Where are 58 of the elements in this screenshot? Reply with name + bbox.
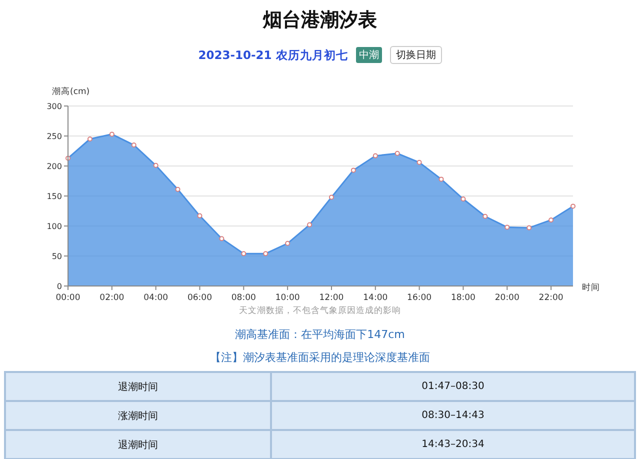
table-cell: 08:30–14:43 [271,401,635,430]
data-point [372,153,378,158]
table-cell: 01:47–08:30 [271,372,635,401]
data-point [285,240,290,246]
x-tick-label: 12:00 [319,293,344,303]
table-cell: 涨潮时间 [5,401,271,430]
data-point [350,168,356,173]
x-tick-label: 16:00 [407,293,432,303]
x-tick-label: 06:00 [188,293,212,303]
data-point [263,251,268,256]
x-tick-label: 04:00 [144,293,168,303]
switch-date-button[interactable]: 切换日期 [390,46,442,64]
x-tick-label: 02:00 [100,293,124,303]
y-tick-label: 50 [52,252,62,261]
y-tick-label: 100 [46,222,62,231]
datum-text: 潮高基准面：在平均海面下147cm [235,327,405,342]
data-point [328,194,334,200]
x-tick-label: 10:00 [275,293,300,303]
y-tick-label: 0 [56,282,62,291]
y-tick-label: 150 [46,192,62,201]
data-point [460,196,466,202]
data-point [416,160,422,165]
data-point [175,186,180,192]
table-cell: 14:43–20:34 [271,430,635,459]
data-point [241,251,246,256]
y-tick-label: 250 [46,132,62,141]
data-point [307,222,312,228]
data-point [438,176,444,182]
x-axis-title: 时间 [582,283,600,293]
x-tick-label: 18:00 [450,293,476,303]
data-point [87,136,92,142]
data-point [131,142,136,148]
data-point [570,204,576,209]
x-tick-label: 20:00 [494,293,520,303]
date-text: 2023-10-21 农历九月初七 [198,48,348,62]
page-title: 烟台港潮汐表 [263,8,377,32]
note-text: 【注】潮汐表基准面采用的是理论深度基准面 [210,350,430,365]
tide-badge: 中潮 [356,47,382,63]
table-cell: 退潮时间 [5,430,271,459]
data-point [66,156,70,161]
data-point [109,132,114,137]
y-axis-title: 潮高(cm) [52,87,90,97]
data-point [526,225,532,230]
x-tick-label: 14:00 [363,293,388,303]
x-tick-label: 08:00 [231,293,256,303]
data-point [394,150,400,156]
data-point [504,224,510,230]
data-point [548,218,554,222]
data-point [197,213,202,218]
chart-caption: 天文潮数据，不包含气象原因造成的影响 [239,305,401,317]
y-tick-label: 300 [46,102,62,111]
x-tick-label: 00:00 [56,293,80,303]
data-point [219,236,224,242]
table-cell: 退潮时间 [5,372,271,401]
data-point [482,214,488,219]
data-point [153,162,158,168]
y-tick-label: 200 [46,162,62,171]
x-tick-label: 22:00 [538,293,564,303]
